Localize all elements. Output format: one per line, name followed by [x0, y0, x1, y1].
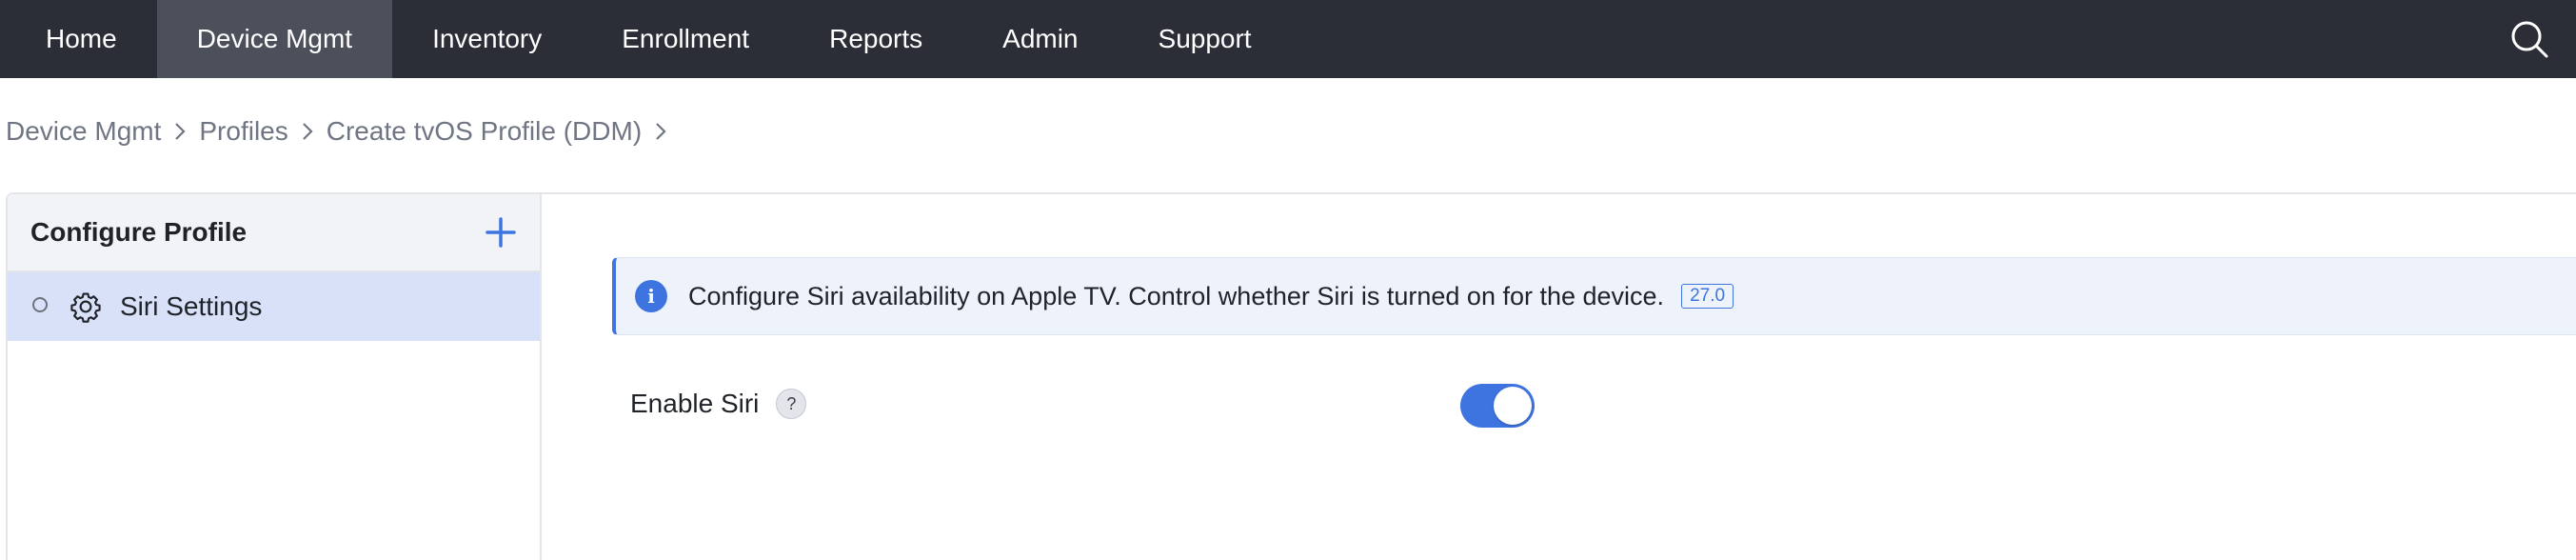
top-navigation-bar: Home Device Mgmt Inventory Enrollment Re…: [0, 0, 2576, 78]
nav-item-device-mgmt[interactable]: Device Mgmt: [156, 0, 393, 78]
nav-item-enrollment[interactable]: Enrollment: [582, 0, 789, 78]
sidebar-title: Configure Profile: [30, 217, 248, 247]
payload-content: i Configure Siri availability on Apple T…: [544, 194, 2576, 560]
enable-siri-label: Enable Siri: [630, 389, 760, 418]
enable-siri-toggle[interactable]: [1460, 384, 1535, 428]
nav-item-home[interactable]: Home: [0, 0, 157, 78]
search-button[interactable]: [2506, 15, 2553, 63]
chevron-right-icon: [161, 110, 199, 152]
plus-icon: [485, 217, 516, 248]
add-payload-button[interactable]: [481, 212, 521, 252]
chevron-right-icon: [288, 110, 327, 152]
breadcrumb-create-tvos-profile: Create tvOS Profile (DDM): [326, 116, 643, 146]
nav-item-admin[interactable]: Admin: [962, 0, 1118, 78]
gear-icon: [69, 290, 103, 324]
nav-item-support[interactable]: Support: [1119, 0, 1292, 78]
nav-item-reports[interactable]: Reports: [789, 0, 962, 78]
profile-editor: Configure Profile Siri Settings i Config…: [6, 192, 2576, 560]
sidebar-item-siri-settings[interactable]: Siri Settings: [8, 272, 540, 341]
breadcrumb: Device Mgmt Profiles Create tvOS Profile…: [6, 110, 680, 152]
info-banner: i Configure Siri availability on Apple T…: [612, 257, 2576, 335]
info-icon: i: [635, 280, 667, 312]
status-circle-icon: [32, 297, 48, 312]
help-icon[interactable]: ?: [776, 389, 807, 419]
configure-profile-sidebar: Configure Profile Siri Settings: [8, 194, 542, 560]
os-version-badge: 27.0: [1681, 284, 1734, 309]
breadcrumb-device-mgmt[interactable]: Device Mgmt: [6, 116, 161, 147]
nav-item-inventory[interactable]: Inventory: [392, 0, 582, 78]
sidebar-item-label: Siri Settings: [120, 291, 263, 321]
info-banner-text: Configure Siri availability on Apple TV.…: [688, 281, 1665, 310]
enable-siri-row: Enable Siri ?: [630, 383, 807, 425]
chevron-right-icon: [642, 110, 680, 152]
sidebar-header: Configure Profile: [8, 194, 540, 272]
toggle-knob: [1494, 387, 1532, 425]
search-icon: [2511, 21, 2548, 58]
breadcrumb-profiles[interactable]: Profiles: [199, 116, 287, 147]
